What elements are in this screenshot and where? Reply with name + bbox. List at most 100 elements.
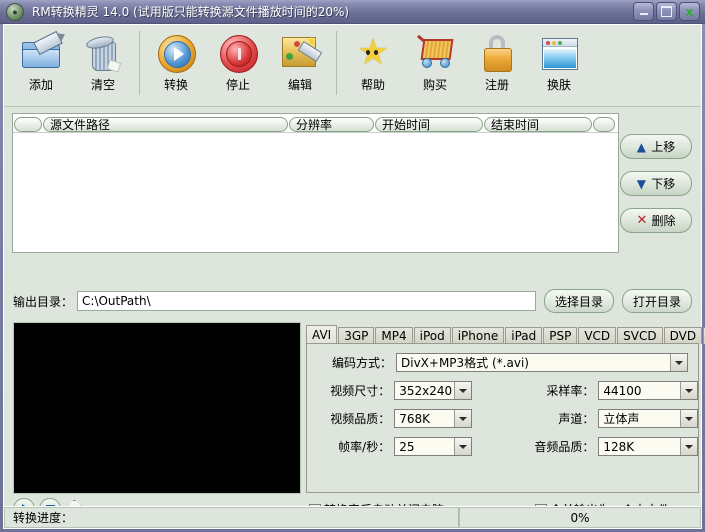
toolbar-separator (139, 31, 140, 95)
chevron-double-up-icon: ▲ (637, 141, 647, 153)
toolbar-button-register[interactable]: 注册 (466, 28, 528, 100)
add-folder-icon (20, 32, 62, 74)
tab-svcd[interactable]: SVCD (617, 327, 662, 344)
video-size-label: 视频尺寸： (317, 382, 390, 399)
app-logo-icon: ● (6, 3, 24, 21)
stop-power-icon (217, 32, 259, 74)
progress-label-pane: 转换进度： (4, 507, 459, 528)
choose-directory-label: 选择目录 (555, 293, 603, 310)
channel-select[interactable]: 立体声 (598, 409, 698, 428)
audio-quality-select[interactable]: 128K (598, 437, 698, 456)
video-preview[interactable] (13, 322, 301, 494)
progress-bar-pane: 0% (459, 507, 701, 528)
toolbar-separator-2 (336, 31, 337, 95)
column-header-resolution[interactable]: 分辨率 (289, 117, 374, 132)
tab-mp4[interactable]: MP4 (375, 327, 412, 344)
toolbar-button-clear[interactable]: 清空 (72, 28, 134, 100)
toolbar-label-edit: 编辑 (288, 76, 312, 93)
toolbar-label-clear: 清空 (91, 76, 115, 93)
toolbar-button-edit[interactable]: ★ 编辑 (269, 28, 331, 100)
open-directory-button[interactable]: 打开目录 (622, 289, 692, 313)
tab-ipod[interactable]: iPod (414, 327, 451, 344)
chevron-down-icon[interactable] (454, 438, 471, 455)
minimize-icon (640, 13, 648, 15)
chevron-down-icon[interactable] (670, 354, 687, 371)
video-size-row: 视频尺寸： 352x240 采样率： 44100 (307, 381, 698, 400)
toolbar-label-add: 添加 (29, 76, 53, 93)
chevron-down-icon[interactable] (680, 410, 697, 427)
tab-vcd[interactable]: VCD (578, 327, 616, 344)
toolbar-label-stop: 停止 (226, 76, 250, 93)
open-directory-label: 打开目录 (633, 293, 681, 310)
window-controls: x (633, 2, 700, 21)
move-up-label: 上移 (651, 138, 675, 155)
framerate-select[interactable]: 25 (394, 437, 472, 456)
file-list-body[interactable] (13, 133, 618, 251)
chevron-down-icon[interactable] (454, 382, 471, 399)
codec-row: 编码方式： DivX+MP3格式 (*.avi) (307, 353, 698, 372)
channel-value: 立体声 (599, 410, 680, 427)
toolbar-button-convert[interactable]: 转换 (145, 28, 207, 100)
progress-percent-text: 0% (570, 511, 589, 525)
close-button[interactable]: x (679, 2, 700, 21)
chevron-down-icon[interactable] (454, 410, 471, 427)
move-up-button[interactable]: ▲ 上移 (620, 134, 692, 159)
output-directory-row: 输出目录： 选择目录 打开目录 (13, 289, 701, 313)
main-toolbar: 添加 清空 转换 停止 (4, 25, 701, 107)
column-header-start-time[interactable]: 开始时间 (375, 117, 483, 132)
minimize-button[interactable] (633, 2, 654, 21)
delete-button[interactable]: ✕ 删除 (620, 208, 692, 233)
chevron-down-icon[interactable] (680, 438, 697, 455)
tab-3gp[interactable]: 3GP (338, 327, 374, 344)
shopping-cart-icon (414, 32, 456, 74)
column-header-end-time[interactable]: 结束时间 (484, 117, 592, 132)
toolbar-button-buy[interactable]: 购买 (404, 28, 466, 100)
settings-panel: 编码方式： DivX+MP3格式 (*.avi) 视频尺寸： 352x240 采… (306, 343, 699, 493)
help-star-icon: ★ (352, 32, 394, 74)
output-directory-input[interactable] (77, 291, 536, 311)
x-mark-icon: ✕ (637, 214, 648, 227)
toolbar-label-buy: 购买 (423, 76, 447, 93)
column-header-checkbox[interactable] (14, 117, 42, 132)
status-bar: 转换进度： 0% (3, 506, 702, 529)
tab-avi[interactable]: AVI (306, 325, 337, 344)
sample-rate-select[interactable]: 44100 (598, 381, 698, 400)
codec-label: 编码方式： (317, 354, 392, 371)
file-list[interactable]: 源文件路径 分辨率 开始时间 结束时间 (12, 113, 619, 253)
tab-psp[interactable]: PSP (543, 327, 577, 344)
window-title: RM转换精灵 14.0 (试用版只能转换源文件播放时间的20%) (32, 3, 349, 20)
toolbar-button-help[interactable]: ★ 帮助 (342, 28, 404, 100)
video-size-select[interactable]: 352x240 (394, 381, 472, 400)
padlock-icon (476, 32, 518, 74)
tab-ipad[interactable]: iPad (505, 327, 542, 344)
toolbar-button-stop[interactable]: 停止 (207, 28, 269, 100)
audio-quality-label: 音频品质： (472, 438, 594, 455)
trash-can-icon (82, 32, 124, 74)
video-quality-value: 768K (395, 412, 454, 426)
choose-directory-button[interactable]: 选择目录 (544, 289, 614, 313)
move-down-label: 下移 (651, 175, 675, 192)
audio-quality-value: 128K (599, 440, 680, 454)
move-down-button[interactable]: ▼ 下移 (620, 171, 692, 196)
edit-picture-icon: ★ (279, 32, 321, 74)
application-window: ● RM转换精灵 14.0 (试用版只能转换源文件播放时间的20%) x 添加 … (0, 0, 705, 532)
codec-value: DivX+MP3格式 (*.avi) (397, 354, 670, 371)
chevron-down-icon[interactable] (680, 382, 697, 399)
column-header-source-path[interactable]: 源文件路径 (43, 117, 288, 132)
framerate-row: 帧率/秒： 25 音频品质： 128K (307, 437, 698, 456)
maximize-button[interactable] (656, 2, 677, 21)
column-header-extra[interactable] (593, 117, 615, 132)
tab-iphone[interactable]: iPhone (452, 327, 505, 344)
video-quality-row: 视频品质： 768K 声道： 立体声 (307, 409, 698, 428)
sample-rate-value: 44100 (599, 384, 680, 398)
toolbar-label-skin: 换肤 (547, 76, 571, 93)
toolbar-button-skin[interactable]: 换肤 (528, 28, 590, 100)
tab-dvd[interactable]: DVD (664, 327, 702, 344)
toolbar-button-add[interactable]: 添加 (10, 28, 72, 100)
video-quality-select[interactable]: 768K (394, 409, 472, 428)
list-action-buttons: ▲ 上移 ▼ 下移 ✕ 删除 (620, 134, 692, 245)
sample-rate-label: 采样率： (472, 382, 594, 399)
codec-select[interactable]: DivX+MP3格式 (*.avi) (396, 353, 688, 372)
toolbar-label-convert: 转换 (164, 76, 188, 93)
maximize-icon (661, 6, 672, 17)
